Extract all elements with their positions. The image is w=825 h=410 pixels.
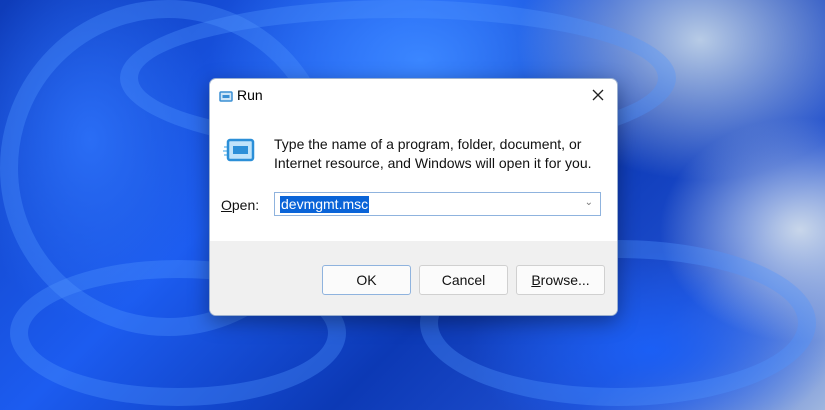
description: Type the name of a program, folder, docu… [274, 135, 592, 173]
button-bar: OK Cancel Browse... [210, 241, 617, 315]
run-program-icon [223, 138, 255, 167]
close-icon [592, 89, 604, 101]
description-line: Internet resource, and Windows will open… [274, 155, 592, 171]
description-line: Type the name of a program, folder, docu… [274, 136, 582, 152]
dialog-title: Run [237, 87, 263, 103]
run-icon [219, 89, 233, 107]
title-bar[interactable]: Run [210, 79, 617, 109]
ok-button[interactable]: OK [322, 265, 411, 295]
run-dialog: Run Type the name of a program, folder, … [209, 78, 618, 316]
open-input-value[interactable]: devmgmt.msc [280, 196, 370, 213]
chevron-down-icon[interactable]: ⌄ [585, 197, 593, 208]
open-combobox[interactable]: devmgmt.msc ⌄ [274, 192, 601, 216]
open-label: Open: [221, 197, 260, 213]
close-button[interactable] [585, 83, 611, 107]
browse-button[interactable]: Browse... [516, 265, 605, 295]
cancel-button[interactable]: Cancel [419, 265, 508, 295]
